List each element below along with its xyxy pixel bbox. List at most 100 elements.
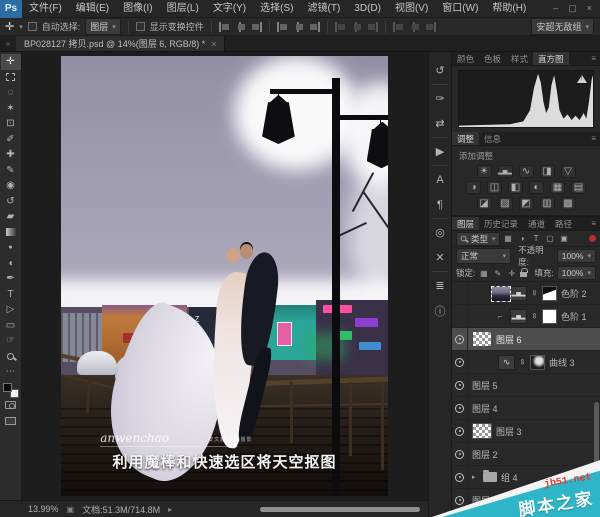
layer-name[interactable]: 图层 5: [472, 379, 498, 392]
layer-mask-thumbnail[interactable]: [542, 309, 557, 324]
tab-info[interactable]: 信息: [479, 132, 506, 145]
tool-presets-panel-icon[interactable]: ⇄: [429, 111, 451, 136]
layer-name[interactable]: 色阶 1: [561, 310, 587, 323]
type-tool[interactable]: T: [1, 287, 21, 303]
threshold-icon[interactable]: ◩: [519, 197, 534, 210]
eraser-tool[interactable]: ▰: [1, 209, 21, 225]
layer-row-levels-2[interactable]: ⌐ ▂▅▂ ∞ 色阶 2: [452, 282, 600, 305]
layer-name[interactable]: 图层 1: [472, 494, 498, 507]
brush-presets-panel-icon[interactable]: ✑: [429, 86, 451, 111]
align-left-edges-icon[interactable]: [277, 22, 288, 32]
lock-position-icon[interactable]: ✛: [506, 269, 517, 278]
layer-row[interactable]: 图层 3: [452, 420, 600, 443]
distribute-top-icon[interactable]: [335, 22, 346, 32]
zoom-tool[interactable]: [1, 349, 21, 365]
show-transform-checkbox[interactable]: [136, 22, 145, 31]
layer-thumbnail[interactable]: [472, 331, 492, 347]
quick-mask-button[interactable]: [1, 398, 21, 414]
lock-image-icon[interactable]: ✎: [492, 269, 503, 278]
group-collapse-icon[interactable]: ▸: [472, 473, 479, 481]
close-panel-icon[interactable]: ✕: [429, 245, 451, 270]
menu-layer[interactable]: 图层(L): [160, 0, 206, 18]
layer-row-selected[interactable]: 图层 6: [452, 328, 600, 351]
auto-select-checkbox[interactable]: [28, 22, 37, 31]
workspace-dropdown[interactable]: 安超无敌组 ▾: [531, 18, 594, 35]
menu-view[interactable]: 视图(V): [388, 0, 435, 18]
filter-toggle-icon[interactable]: [589, 235, 596, 242]
info-panel-icon[interactable]: ⓘ: [429, 298, 451, 323]
panel-menu-icon[interactable]: ≡: [591, 217, 600, 230]
shape-tool[interactable]: ▭: [1, 318, 21, 334]
menu-help[interactable]: 帮助(H): [485, 0, 533, 18]
filter-smart-objects-icon[interactable]: ▣: [559, 234, 570, 243]
tab-layers[interactable]: 图层: [452, 217, 479, 230]
filter-type-dropdown[interactable]: 类型 ▾: [456, 232, 500, 246]
document-image[interactable]: ZA: [61, 56, 388, 496]
blur-tool[interactable]: ●: [1, 240, 21, 256]
menu-edit[interactable]: 编辑(E): [69, 0, 116, 18]
visibility-toggle[interactable]: [452, 512, 468, 517]
tab-channels[interactable]: 通道: [523, 217, 550, 230]
layer-row-levels-1[interactable]: ⌐ ▂▅▂ ∞ 色阶 1: [452, 305, 600, 328]
invert-icon[interactable]: ◪: [477, 197, 492, 210]
tab-close-icon[interactable]: ×: [211, 39, 216, 49]
panel-menu-icon[interactable]: ≡: [591, 52, 600, 65]
edit-toolbar-button[interactable]: ⋯: [1, 364, 21, 380]
marquee-tool[interactable]: [1, 70, 21, 86]
channel-mixer-icon[interactable]: ▦: [550, 181, 565, 194]
cached-data-warning-icon[interactable]: [577, 75, 587, 83]
foreground-color-swatch[interactable]: [3, 383, 12, 392]
exposure-icon[interactable]: ◨: [540, 165, 555, 178]
crop-tool[interactable]: ⊡: [1, 116, 21, 132]
tab-styles[interactable]: 样式: [506, 52, 533, 65]
visibility-toggle[interactable]: [452, 443, 468, 465]
visibility-toggle[interactable]: [452, 305, 468, 327]
menu-select[interactable]: 选择(S): [253, 0, 300, 18]
character-panel-icon[interactable]: A: [429, 167, 451, 192]
layer-name[interactable]: 色阶 2: [561, 287, 587, 300]
path-selection-tool[interactable]: ▷: [1, 302, 21, 318]
align-horizontal-centers-icon[interactable]: [293, 22, 304, 32]
close-button[interactable]: ×: [587, 3, 592, 14]
layer-name[interactable]: 曲线 3: [549, 356, 575, 369]
clone-stamp-tool[interactable]: ◉: [1, 178, 21, 194]
filter-pixel-layers-icon[interactable]: ▦: [503, 234, 514, 243]
paragraph-panel-icon[interactable]: ¶: [429, 192, 451, 217]
opacity-dropdown[interactable]: 100% ▾: [557, 249, 596, 263]
tab-overflow-icon[interactable]: «: [0, 36, 16, 51]
tool-preset-caret-icon[interactable]: ▾: [19, 23, 23, 31]
filter-type-layers-icon[interactable]: T: [531, 234, 542, 243]
lock-all-icon[interactable]: [520, 272, 527, 277]
align-right-edges-icon[interactable]: [309, 22, 320, 32]
layer-thumbnail[interactable]: [491, 286, 511, 302]
layer-row-curves-3[interactable]: ∿ ∞ 曲线 3: [452, 351, 600, 374]
zoom-level[interactable]: 13.99%: [28, 504, 59, 514]
selective-color-icon[interactable]: ▩: [561, 197, 576, 210]
visibility-toggle[interactable]: [452, 282, 468, 304]
masks-panel-icon[interactable]: ◎: [429, 220, 451, 245]
visibility-toggle[interactable]: [452, 397, 468, 419]
auto-select-dropdown[interactable]: 图层 ▾: [85, 18, 121, 35]
hue-saturation-icon[interactable]: ◑: [466, 181, 481, 194]
status-flyout-icon[interactable]: ▸: [168, 505, 172, 514]
panel-menu-icon[interactable]: ≡: [591, 132, 600, 145]
menu-filter[interactable]: 滤镜(T): [301, 0, 348, 18]
tab-history[interactable]: 历史记录: [479, 217, 523, 230]
tab-histogram[interactable]: 直方图: [533, 52, 569, 65]
history-panel-icon[interactable]: ↺: [429, 58, 451, 83]
tab-paths[interactable]: 路径: [550, 217, 577, 230]
layer-thumbnail[interactable]: [472, 423, 492, 439]
dodge-tool[interactable]: ◖: [1, 256, 21, 272]
color-balance-icon[interactable]: ◫: [487, 181, 502, 194]
align-top-edges-icon[interactable]: [219, 22, 230, 32]
history-brush-tool[interactable]: ↺: [1, 194, 21, 210]
visibility-toggle[interactable]: [452, 489, 468, 511]
layer-row[interactable]: 图层 4: [452, 397, 600, 420]
distribute-center-icon[interactable]: [351, 22, 362, 32]
layer-name[interactable]: 图层 4: [472, 402, 498, 415]
tab-swatches[interactable]: 色板: [479, 52, 506, 65]
color-lookup-icon[interactable]: ▤: [571, 181, 586, 194]
filter-shape-layers-icon[interactable]: ▢: [545, 234, 556, 243]
layers-scrollbar[interactable]: [594, 402, 599, 487]
menu-window[interactable]: 窗口(W): [435, 0, 485, 18]
